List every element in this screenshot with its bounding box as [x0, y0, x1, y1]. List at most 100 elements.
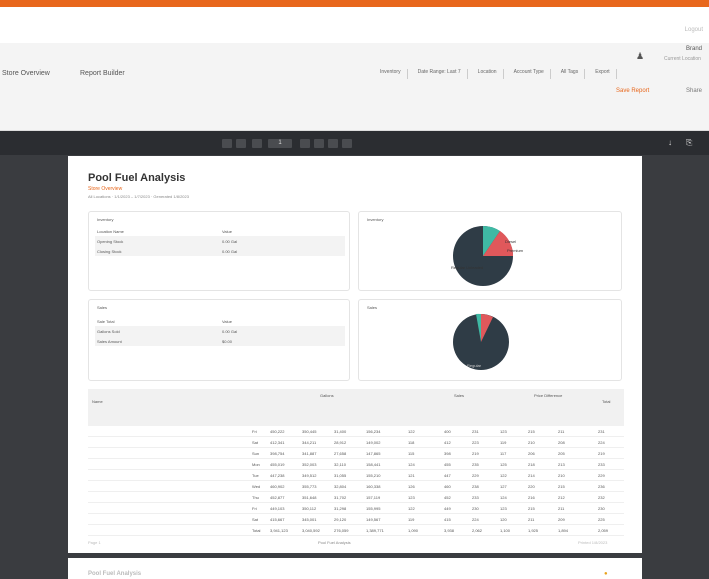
rotate-icon[interactable]	[342, 139, 352, 148]
table-cell: 460	[444, 484, 451, 489]
filter-location[interactable]: Location	[478, 69, 504, 79]
table-cell: Fri	[252, 429, 257, 434]
table-cell: 215	[558, 484, 565, 489]
table-cell: 124	[500, 495, 507, 500]
print-icon[interactable]: ⎘	[686, 139, 696, 148]
table-cell: 238	[472, 484, 479, 489]
sales-pie-card: Sales Regular	[358, 299, 622, 381]
table-cell: 398,754	[270, 451, 285, 456]
table-cell: Fri	[252, 506, 257, 511]
table-cell: 455	[444, 462, 451, 467]
table-cell: 149,002	[366, 440, 381, 445]
accent-bar	[0, 0, 709, 7]
filter-export[interactable]: Export	[595, 69, 617, 79]
inventory-row: Location Name Value	[95, 226, 345, 236]
table-cell: 125	[500, 462, 507, 467]
table-cell: 1,090	[408, 528, 419, 533]
pie-label-regular: Regular	[467, 363, 482, 368]
table-cell: 210	[528, 440, 535, 445]
table-cell: 230	[472, 506, 479, 511]
table-cell: 2,062	[472, 528, 483, 533]
user-location: Current Location	[664, 56, 701, 62]
inventory-row: Opening Stock 0.00 Gal	[95, 236, 345, 246]
user-icon[interactable]: ♟	[636, 51, 644, 62]
table-cell: 31,298	[334, 506, 347, 511]
table-cell: 29,120	[334, 517, 347, 522]
table-cell: 157,119	[366, 495, 381, 500]
inventory-row-label: Location Name	[97, 228, 124, 234]
table-cell: Sat	[252, 517, 259, 522]
table-cell: 147,865	[366, 451, 381, 456]
inventory-card-title: Inventory	[97, 217, 114, 222]
app-header: Logout	[0, 7, 709, 43]
sales-row-label: Sales Amount	[97, 338, 122, 344]
table-body: Fri 450,222 350,445 31,400 156,234 122 400 231 1…	[88, 426, 624, 536]
table-cell: 350,445	[302, 429, 317, 434]
table-cell: 211	[558, 429, 565, 434]
table-cell: Total	[252, 528, 261, 533]
table-cell: 127	[500, 484, 507, 489]
table-cell: 231	[598, 429, 605, 434]
save-report-button[interactable]: Save Report	[616, 88, 649, 94]
inventory-row-value: 0.00 Gal	[222, 238, 238, 244]
filter-date-range[interactable]: Date Range: Last 7	[418, 69, 468, 79]
table-cell: 233	[598, 462, 605, 467]
page2-title: Pool Fuel Analysis	[88, 571, 142, 577]
next-page-icon[interactable]	[252, 139, 262, 148]
nav-link-report-builder[interactable]: Report Builder	[80, 70, 125, 77]
table-cell: Thu	[252, 495, 259, 500]
pie-label-regular: Regular Unleaded	[451, 265, 483, 270]
filter-bar: Inventory Date Range: Last 7 Location Ac…	[380, 69, 709, 79]
table-cell: 118	[408, 440, 415, 445]
table-cell: 208	[558, 440, 565, 445]
inventory-row-value: Value	[222, 228, 232, 234]
logout-link[interactable]: Logout	[685, 27, 703, 33]
table-cell: 224	[598, 440, 605, 445]
sales-card: Sales Sale Total Value Gallons Sold 0.00 G…	[88, 299, 350, 381]
table-cell: 230	[598, 506, 605, 511]
table-cell: 214	[528, 473, 535, 478]
fit-page-icon[interactable]	[328, 139, 338, 148]
inventory-pie-card: Inventory Diesel Premium Regular Unleade…	[358, 211, 622, 291]
filter-tags[interactable]: All Tags	[561, 69, 586, 79]
inventory-row-label: Closing Stock	[97, 248, 122, 254]
table-cell: 212	[558, 495, 565, 500]
footer-title: Pool Fuel Analysis	[318, 540, 351, 545]
table-cell: 235	[472, 462, 479, 467]
table-row: Wed 460,902 355,773 32,804 160,338 126 460 238 1…	[88, 481, 624, 492]
table-cell: 155,995	[366, 506, 381, 511]
nav-link-store-overview[interactable]: Store Overview	[2, 70, 50, 77]
table-cell: 3,040,592	[302, 528, 320, 533]
table-row: Tue 447,238 349,512 31,055 155,210 121 447 229 1…	[88, 470, 624, 481]
prev-page-icon[interactable]	[236, 139, 246, 148]
pie-label-premium: Premium	[507, 248, 524, 253]
table-cell: 415	[444, 517, 451, 522]
table-cell: 155,210	[366, 473, 381, 478]
filter-account-type[interactable]: Account Type	[514, 69, 551, 79]
report-page: Pool Fuel Analysis Store Overview All Lo…	[68, 156, 642, 553]
table-cell: 121	[408, 473, 415, 478]
table-cell: 223	[472, 440, 479, 445]
table-cell: 149,567	[366, 517, 381, 522]
filter-inventory[interactable]: Inventory	[380, 69, 408, 79]
sidebar-toggle-icon[interactable]	[222, 139, 232, 148]
table-cell: 452	[444, 495, 451, 500]
inventory-card: Inventory Location Name Value Opening Sto…	[88, 211, 350, 291]
zoom-in-icon[interactable]	[314, 139, 324, 148]
table-header: Name Gallons Sales Price Difference Tota…	[88, 389, 624, 426]
table-cell: 229	[472, 473, 479, 478]
table-cell: 219	[598, 451, 605, 456]
inventory-pie-chart: Diesel Premium Regular Unleaded	[451, 225, 524, 286]
sales-row-value: $0.00	[222, 338, 233, 344]
table-cell: 28,912	[334, 440, 347, 445]
zoom-out-icon[interactable]	[300, 139, 310, 148]
table-cell: 349,512	[302, 473, 317, 478]
download-icon[interactable]: ↓	[668, 139, 676, 148]
page-number-input[interactable]: 1	[268, 139, 292, 148]
table-cell: 447,238	[270, 473, 285, 478]
table-cell: 117	[500, 451, 507, 456]
table-cell: 206	[528, 451, 535, 456]
report-meta: All Locations · 1/1/2023 – 1/7/2023 · Ge…	[88, 194, 189, 199]
sales-row: Sales Amount $0.00	[95, 336, 345, 346]
share-button[interactable]: Share	[686, 88, 702, 94]
